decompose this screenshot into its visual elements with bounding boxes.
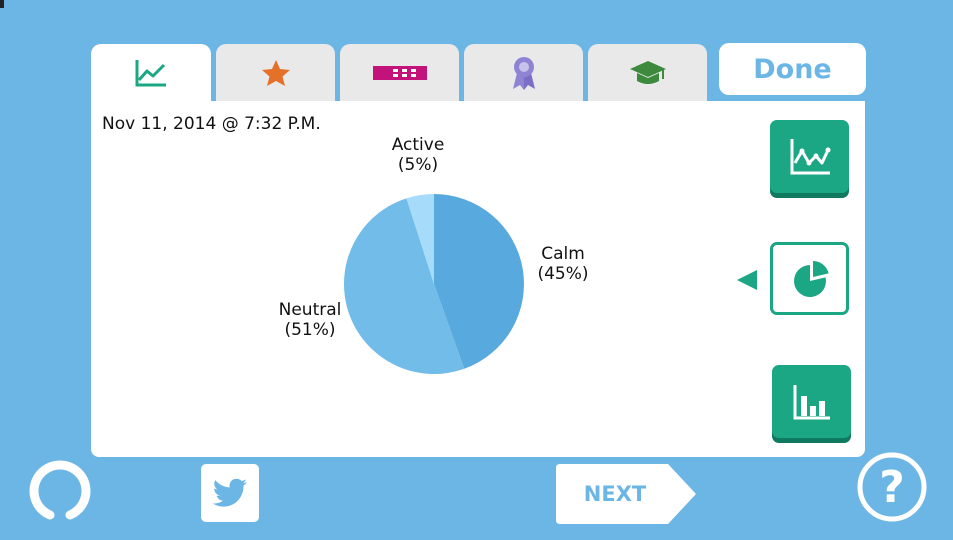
selected-view-pointer	[737, 270, 757, 290]
pie-view-button[interactable]	[770, 242, 849, 315]
svg-text:?: ?	[879, 462, 905, 513]
help-icon: ?	[857, 452, 927, 522]
next-label: NEXT	[583, 482, 647, 506]
bar-view-button[interactable]	[772, 365, 851, 438]
bar-chart-icon	[793, 384, 830, 419]
profile-ring-button[interactable]	[26, 456, 94, 524]
twitter-bird-icon	[212, 478, 247, 507]
line-chart-icon	[790, 138, 830, 174]
pie-value-neutral: (51%)	[284, 320, 335, 340]
pie-label-active: Active	[392, 135, 445, 155]
pie-value-calm: (45%)	[537, 264, 588, 284]
pie-label-calm: Calm	[541, 244, 585, 264]
pie-chart-icon	[793, 260, 829, 297]
ring-icon	[29, 460, 91, 520]
twitter-button[interactable]	[201, 464, 259, 522]
line-view-button[interactable]	[770, 120, 849, 193]
next-button[interactable]: NEXT	[556, 464, 696, 524]
help-button[interactable]: ?	[856, 451, 928, 523]
pie-value-active: (5%)	[398, 155, 438, 175]
pie-label-neutral: Neutral	[279, 300, 342, 320]
